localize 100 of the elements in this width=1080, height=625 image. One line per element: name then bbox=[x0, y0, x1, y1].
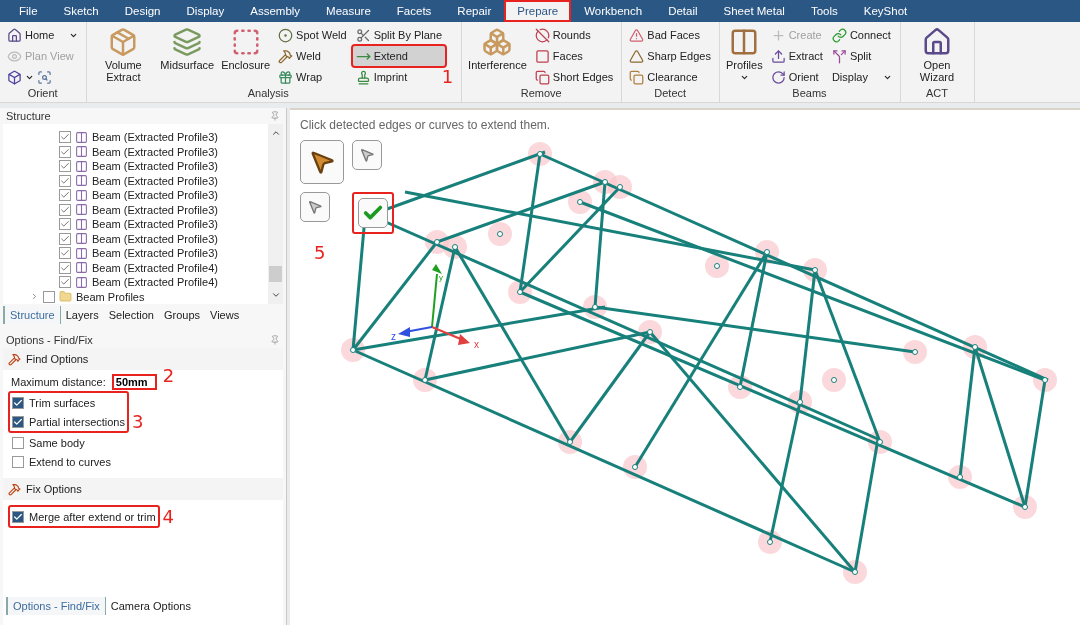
visibility-checkbox[interactable] bbox=[59, 276, 71, 289]
menu-tab[interactable]: Measure bbox=[313, 0, 384, 22]
ribbon-button[interactable]: Weld bbox=[275, 46, 350, 66]
checkbox[interactable]: Trim surfaces bbox=[12, 393, 125, 412]
ribbon-button[interactable]: Interference bbox=[466, 25, 529, 73]
tree-label[interactable]: Beam (Extracted Profile4) bbox=[92, 261, 218, 274]
ribbon-button[interactable]: Midsurface bbox=[158, 25, 217, 73]
group-label: Beams bbox=[791, 87, 828, 101]
ribbon-button[interactable]: Bad Faces bbox=[626, 25, 714, 45]
tree-label[interactable]: Beam (Extracted Profile3) bbox=[92, 218, 218, 231]
visibility-checkbox[interactable] bbox=[59, 145, 71, 158]
tree-label[interactable]: Beam (Extracted Profile3) bbox=[92, 232, 218, 245]
tool-button[interactable] bbox=[352, 192, 394, 234]
tree-label[interactable]: Beam (Extracted Profile3) bbox=[92, 174, 218, 187]
ribbon-button[interactable]: Clearance bbox=[626, 67, 714, 87]
menu-tab[interactable]: Workbench bbox=[571, 0, 656, 22]
menu-tab[interactable]: Facets bbox=[383, 0, 445, 22]
checkmark-icon bbox=[60, 248, 70, 259]
tree-label[interactable]: Beam Profiles bbox=[76, 290, 145, 303]
checkbox[interactable]: Partial intersections bbox=[12, 412, 125, 431]
menu-tab[interactable]: File bbox=[6, 0, 51, 22]
ribbon-button[interactable]: Volume Extract bbox=[91, 25, 156, 85]
panel-tab[interactable]: Structure bbox=[3, 306, 61, 324]
tool-button[interactable] bbox=[300, 140, 344, 184]
ribbon-button[interactable]: Sharp Edges bbox=[626, 46, 714, 66]
menu-tab[interactable]: Detail bbox=[655, 0, 711, 22]
checkmark-icon bbox=[60, 204, 70, 215]
layers-icon bbox=[172, 27, 203, 57]
ribbon-button[interactable]: Enclosure bbox=[219, 25, 273, 73]
ribbon-button[interactable]: Wrap bbox=[275, 67, 350, 87]
scrollbar[interactable] bbox=[268, 124, 283, 304]
panel-tab[interactable]: Views bbox=[205, 306, 245, 324]
pin-icon[interactable] bbox=[270, 335, 280, 345]
menu-tab[interactable]: Sheet Metal bbox=[710, 0, 798, 22]
menu-tab[interactable]: Prepare bbox=[504, 0, 572, 22]
tree-label[interactable]: Beam (Extracted Profile3) bbox=[92, 145, 218, 158]
menu-tab[interactable]: Design bbox=[111, 0, 174, 22]
ribbon-button[interactable]: Extract bbox=[767, 46, 826, 66]
checkmark-icon bbox=[60, 262, 70, 273]
ribbon-button[interactable]: Profiles bbox=[723, 25, 765, 84]
distance-field[interactable]: 50mm bbox=[111, 374, 157, 390]
section-header: Fix Options bbox=[3, 478, 283, 500]
ribbon-button[interactable]: Connect bbox=[828, 25, 895, 45]
ribbon-button[interactable]: Short Edges bbox=[531, 67, 617, 87]
visibility-checkbox[interactable] bbox=[59, 247, 71, 260]
tree-label[interactable]: Beam (Extracted Profile3) bbox=[92, 131, 218, 144]
checkbox[interactable]: Merge after extend or trim bbox=[12, 507, 156, 526]
ribbon-button[interactable]: Orient bbox=[767, 67, 826, 87]
ribbon-button[interactable]: Spot Weld bbox=[275, 25, 350, 45]
menu-tab[interactable]: Tools bbox=[797, 0, 851, 22]
visibility-checkbox[interactable] bbox=[43, 290, 55, 303]
panel-tab[interactable]: Selection bbox=[103, 306, 159, 324]
ribbon-button[interactable]: Split bbox=[828, 46, 895, 66]
visibility-checkbox[interactable] bbox=[59, 203, 71, 216]
visibility-checkbox[interactable] bbox=[59, 131, 71, 144]
menu-tab[interactable]: Display bbox=[173, 0, 238, 22]
checkmark-icon bbox=[60, 233, 70, 244]
tree-label[interactable]: Beam (Extracted Profile3) bbox=[92, 189, 218, 202]
dropdown-button[interactable]: Display bbox=[828, 67, 895, 87]
tool-button[interactable] bbox=[300, 192, 330, 222]
visibility-checkbox[interactable] bbox=[59, 174, 71, 187]
menu-tab[interactable]: Assembly bbox=[237, 0, 314, 22]
panel-tab[interactable]: Camera Options bbox=[105, 597, 196, 615]
panel-tab[interactable]: Layers bbox=[60, 306, 104, 324]
scroll-down-icon[interactable] bbox=[270, 290, 281, 300]
checkmark-icon bbox=[13, 511, 23, 522]
warning-icon bbox=[629, 27, 645, 43]
zoom-view-icon bbox=[37, 69, 52, 85]
expander-icon[interactable] bbox=[30, 292, 39, 302]
checkmark-icon bbox=[60, 175, 70, 186]
menu-tab[interactable]: KeyShot bbox=[850, 0, 921, 22]
menu-tab[interactable]: Sketch bbox=[50, 0, 112, 22]
checkbox[interactable]: Same body bbox=[12, 433, 111, 452]
scroll-up-icon[interactable] bbox=[270, 128, 281, 138]
ribbon-button[interactable]: Rounds bbox=[531, 25, 617, 45]
ribbon-button[interactable]: Extend bbox=[352, 46, 446, 66]
tree-label[interactable]: Beam (Extracted Profile4) bbox=[92, 276, 218, 289]
tree-label[interactable]: Beam (Extracted Profile3) bbox=[92, 203, 218, 216]
checkbox[interactable]: Extend to curves bbox=[12, 452, 111, 471]
tools-icon bbox=[8, 482, 21, 496]
visibility-checkbox[interactable] bbox=[59, 232, 71, 245]
annotation-number: 5 bbox=[314, 242, 327, 263]
ribbon-button[interactable]: Open Wizard bbox=[904, 25, 969, 85]
visibility-checkbox[interactable] bbox=[59, 218, 71, 231]
tree-label[interactable]: Beam (Extracted Profile3) bbox=[92, 160, 218, 173]
panel-tab[interactable]: Options - Find/Fix bbox=[6, 597, 106, 615]
visibility-checkbox[interactable] bbox=[59, 160, 71, 173]
wrap-icon bbox=[278, 69, 294, 85]
dot-icon bbox=[278, 27, 294, 43]
ribbon-button[interactable]: Faces bbox=[531, 46, 617, 66]
menu-tab[interactable]: Repair bbox=[444, 0, 505, 22]
tool-button[interactable] bbox=[352, 140, 382, 170]
visibility-checkbox[interactable] bbox=[59, 261, 71, 274]
visibility-checkbox[interactable] bbox=[59, 189, 71, 202]
tree-label[interactable]: Beam (Extracted Profile3) bbox=[92, 247, 218, 260]
ribbon-button[interactable]: Home bbox=[4, 25, 82, 45]
scrollbar-thumb[interactable] bbox=[269, 266, 282, 282]
pin-icon[interactable] bbox=[270, 111, 280, 121]
ribbon-button[interactable]: Split By Plane bbox=[352, 25, 446, 45]
panel-tab[interactable]: Groups bbox=[158, 306, 205, 324]
